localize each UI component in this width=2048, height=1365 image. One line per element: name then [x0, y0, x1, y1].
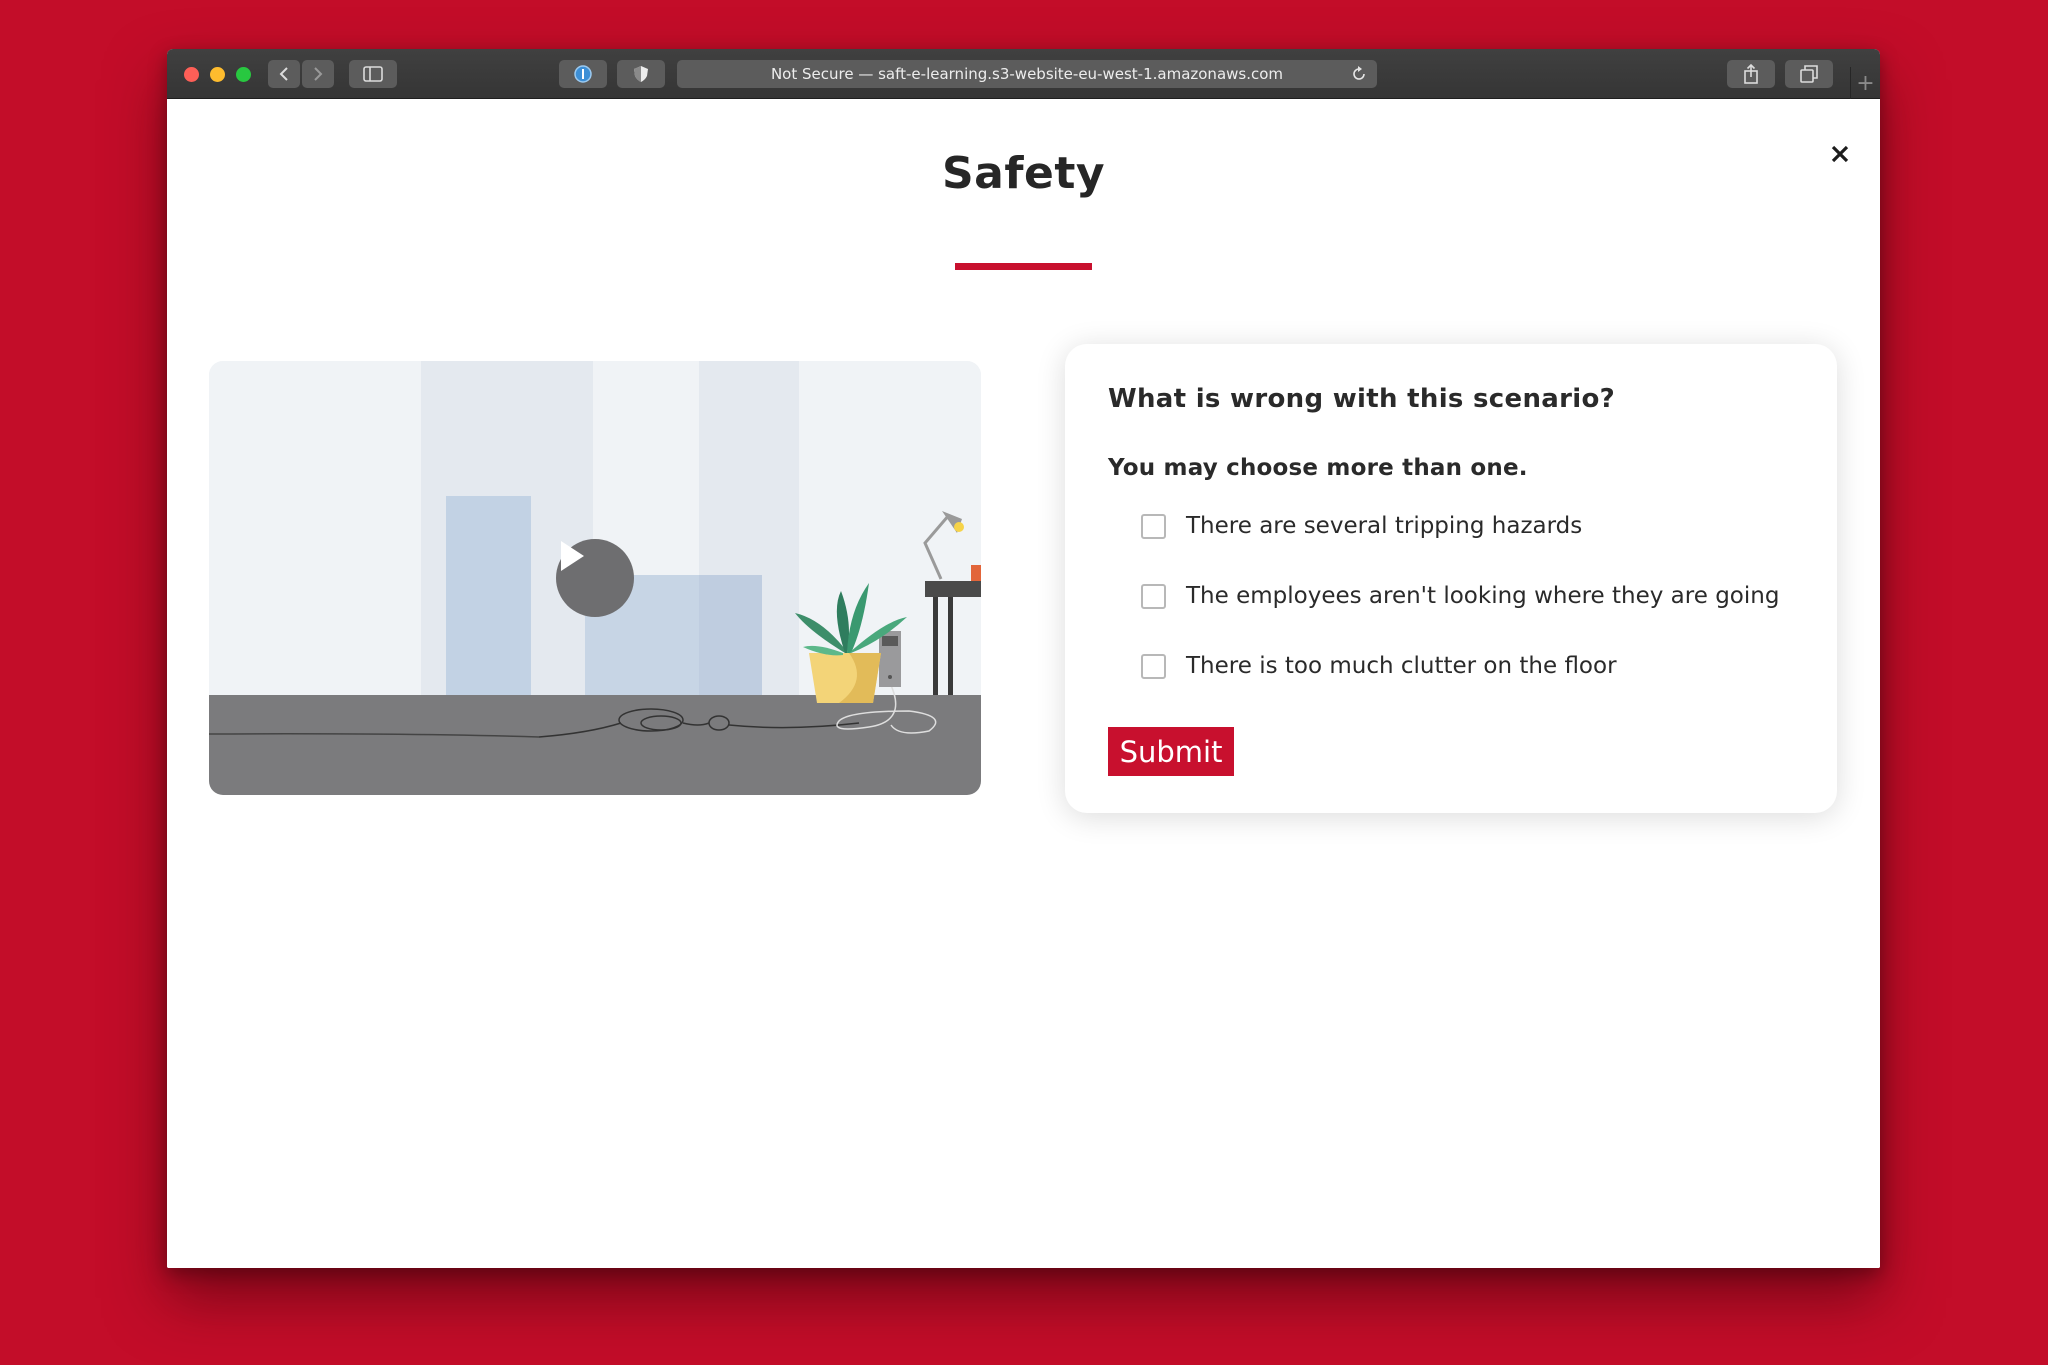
share-icon	[1744, 64, 1758, 84]
question-hint: You may choose more than one.	[1108, 455, 1528, 481]
close-window-button[interactable]	[184, 67, 199, 82]
forward-button[interactable]	[302, 60, 334, 88]
option-label: There are several tripping hazards	[1186, 513, 1583, 539]
new-tab-button[interactable]: +	[1850, 67, 1880, 99]
zoom-window-button[interactable]	[236, 67, 251, 82]
option-clutter[interactable]: There is too much clutter on the floor	[1141, 648, 1761, 684]
back-button[interactable]	[268, 60, 300, 88]
option-label: The employees aren't looking where they …	[1186, 583, 1780, 609]
address-bar[interactable]: Not Secure — saft-e-learning.s3-website-…	[677, 60, 1377, 88]
sidebar-button[interactable]	[349, 60, 397, 88]
password-icon	[574, 65, 592, 83]
show-tabs-button[interactable]	[1785, 60, 1833, 88]
play-button[interactable]	[556, 539, 634, 617]
page-content: Safety What is wrong with this scenario?…	[167, 99, 1880, 1268]
option-not-looking[interactable]: The employees aren't looking where they …	[1141, 578, 1779, 614]
forward-icon	[314, 67, 323, 81]
tabs-icon	[1800, 65, 1818, 83]
reload-icon[interactable]	[1351, 66, 1367, 82]
scenario-video[interactable]	[209, 361, 981, 795]
checkbox[interactable]	[1141, 583, 1166, 609]
address-text: Not Secure — saft-e-learning.s3-website-…	[770, 65, 1284, 83]
new-tab-icon: +	[1856, 70, 1875, 96]
title-underline	[955, 263, 1092, 270]
navigation-buttons	[268, 60, 335, 88]
browser-window: Not Secure — saft-e-learning.s3-website-…	[167, 49, 1880, 1268]
close-icon	[1831, 145, 1849, 163]
share-button[interactable]	[1727, 60, 1775, 88]
checkbox[interactable]	[1141, 653, 1166, 679]
close-button[interactable]	[1822, 136, 1858, 172]
page-title: Safety	[941, 148, 1106, 199]
option-tripping-hazards[interactable]: There are several tripping hazards	[1141, 508, 1761, 544]
checkbox[interactable]	[1141, 513, 1166, 539]
question-text: What is wrong with this scenario?	[1108, 384, 1615, 414]
option-label: There is too much clutter on the floor	[1186, 653, 1617, 679]
sidebar-icon	[363, 66, 383, 82]
back-icon	[279, 67, 288, 81]
privacy-extension-button[interactable]	[617, 60, 665, 88]
play-icon	[561, 541, 584, 571]
quiz-card: What is wrong with this scenario? You ma…	[1065, 344, 1837, 813]
browser-toolbar: Not Secure — saft-e-learning.s3-website-…	[167, 49, 1880, 99]
privacy-shield-icon	[634, 66, 648, 82]
minimize-window-button[interactable]	[210, 67, 225, 82]
password-extension-button[interactable]	[559, 60, 607, 88]
submit-button[interactable]: Submit	[1108, 727, 1234, 776]
